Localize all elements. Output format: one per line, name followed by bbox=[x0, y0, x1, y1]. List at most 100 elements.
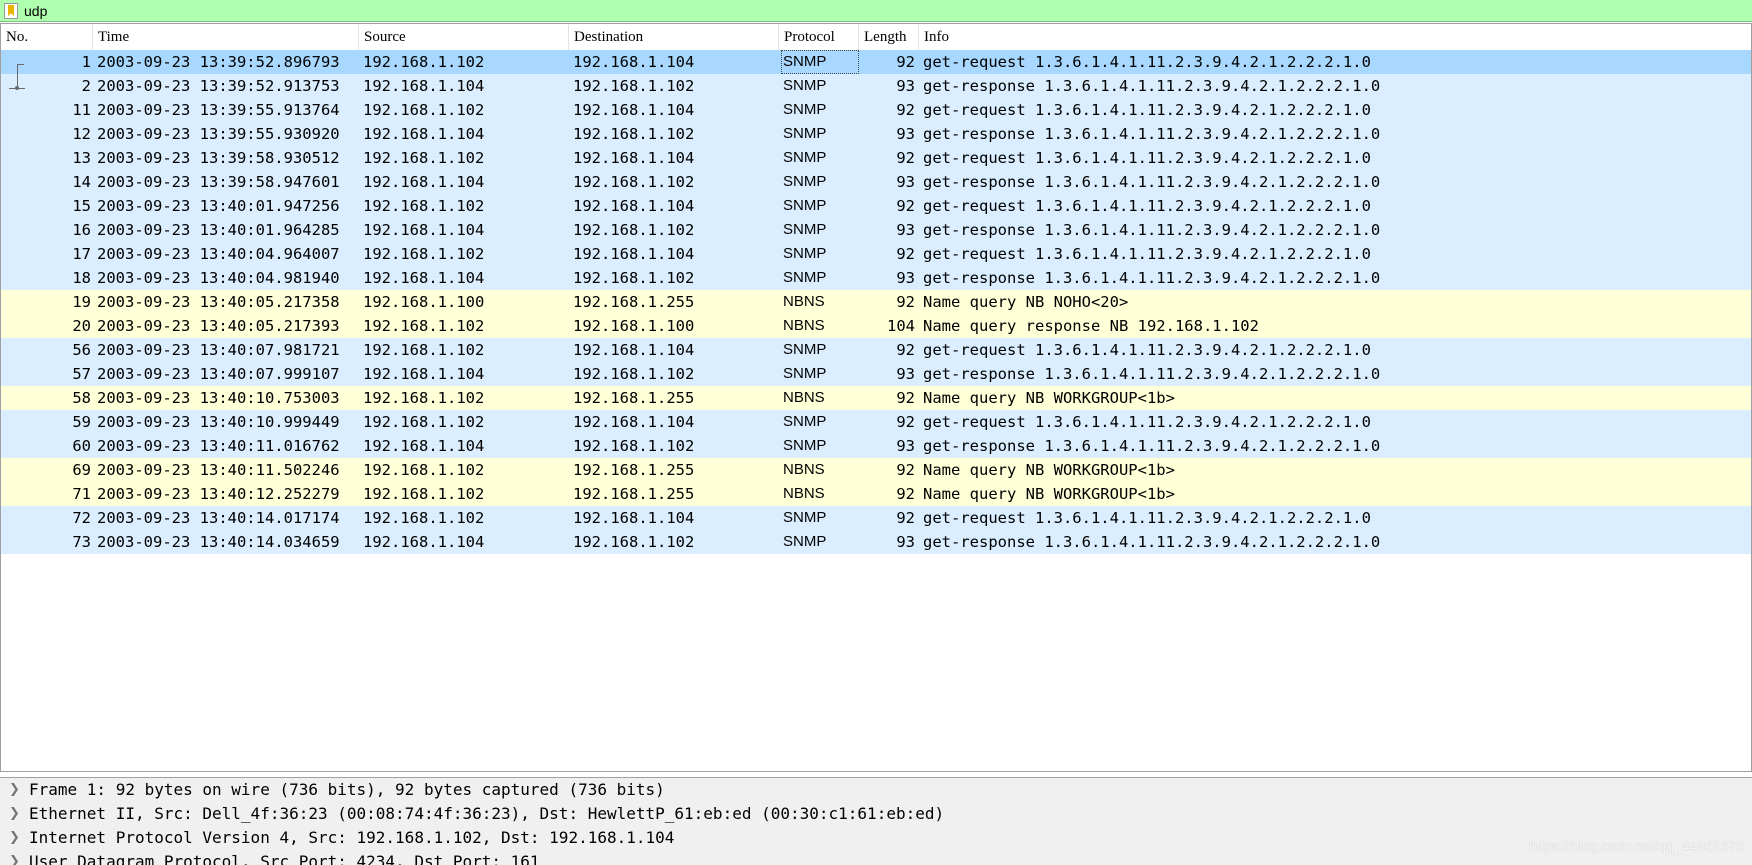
packet-row[interactable]: 58 2003-09-23 13:40:10.753003 192.168.1.10… bbox=[1, 386, 1751, 410]
packet-source: 192.168.1.102 bbox=[363, 341, 485, 359]
packet-row[interactable]: 11 2003-09-23 13:39:55.913764 192.168.1.10… bbox=[1, 98, 1751, 122]
packet-destination: 192.168.1.255 bbox=[573, 389, 695, 407]
packet-time: 2003-09-23 13:40:07.999107 bbox=[97, 365, 340, 383]
packet-source: 192.168.1.104 bbox=[363, 125, 485, 143]
column-header-length[interactable]: Length bbox=[859, 24, 919, 50]
packet-time: 2003-09-23 13:40:04.964007 bbox=[97, 245, 340, 263]
packet-row[interactable]: 19 2003-09-23 13:40:05.217358 192.168.1.10… bbox=[1, 290, 1751, 314]
packet-length: 93 bbox=[896, 269, 915, 287]
chevron-right-icon[interactable]: ❯ bbox=[9, 802, 20, 826]
packet-info: get-response 1.3.6.1.4.1.11.2.3.9.4.2.1.… bbox=[923, 533, 1381, 551]
packet-source: 192.168.1.100 bbox=[363, 293, 485, 311]
packet-row[interactable]: 72 2003-09-23 13:40:14.017174 192.168.1.10… bbox=[1, 506, 1751, 530]
detail-tree-item[interactable]: ❯ User Datagram Protocol, Src Port: 4234,… bbox=[0, 850, 1752, 865]
packet-row[interactable]: 60 2003-09-23 13:40:11.016762 192.168.1.10… bbox=[1, 434, 1751, 458]
packet-destination: 192.168.1.104 bbox=[573, 509, 695, 527]
packet-no: 1 bbox=[81, 53, 91, 71]
packet-info: Name query response NB 192.168.1.102 bbox=[923, 317, 1259, 335]
display-filter-input[interactable] bbox=[22, 2, 1752, 20]
packet-row[interactable]: 18 2003-09-23 13:40:04.981940 192.168.1.10… bbox=[1, 266, 1751, 290]
packet-protocol: SNMP bbox=[783, 221, 827, 238]
packet-length: 93 bbox=[896, 437, 915, 455]
packet-time: 2003-09-23 13:39:52.913753 bbox=[97, 77, 340, 95]
related-packet-start-marker bbox=[17, 64, 24, 65]
chevron-right-icon[interactable]: ❯ bbox=[9, 826, 20, 850]
packet-row[interactable]: 13 2003-09-23 13:39:58.930512 192.168.1.10… bbox=[1, 146, 1751, 170]
packet-time: 2003-09-23 13:39:55.930920 bbox=[97, 125, 340, 143]
packet-protocol: SNMP bbox=[783, 173, 827, 190]
column-header-no[interactable]: No. bbox=[1, 24, 93, 50]
packet-protocol: SNMP bbox=[783, 77, 827, 94]
packet-protocol: NBNS bbox=[783, 317, 825, 334]
packet-length: 92 bbox=[896, 413, 915, 431]
packet-row[interactable]: 2 2003-09-23 13:39:52.913753 192.168.1.104… bbox=[1, 74, 1751, 98]
packet-info: get-request 1.3.6.1.4.1.11.2.3.9.4.2.1.2… bbox=[923, 53, 1371, 71]
packet-row[interactable]: 12 2003-09-23 13:39:55.930920 192.168.1.10… bbox=[1, 122, 1751, 146]
packet-no: 17 bbox=[72, 245, 91, 263]
packet-length: 93 bbox=[896, 173, 915, 191]
packet-time: 2003-09-23 13:40:14.034659 bbox=[97, 533, 340, 551]
detail-tree-item[interactable]: ❯ Ethernet II, Src: Dell_4f:36:23 (00:08:… bbox=[0, 802, 1752, 826]
packet-destination: 192.168.1.102 bbox=[573, 221, 695, 239]
packet-length: 93 bbox=[896, 77, 915, 95]
column-header-time[interactable]: Time bbox=[93, 24, 359, 50]
packet-length: 92 bbox=[896, 197, 915, 215]
chevron-right-icon[interactable]: ❯ bbox=[9, 850, 20, 865]
packet-time: 2003-09-23 13:40:14.017174 bbox=[97, 509, 340, 527]
packet-info: Name query NB WORKGROUP<1b> bbox=[923, 461, 1175, 479]
packet-list[interactable]: No. Time Source Destination Protocol Len… bbox=[0, 23, 1752, 772]
detail-tree-label: Internet Protocol Version 4, Src: 192.16… bbox=[29, 828, 675, 847]
packet-no: 60 bbox=[72, 437, 91, 455]
packet-source: 192.168.1.104 bbox=[363, 221, 485, 239]
packet-no: 59 bbox=[72, 413, 91, 431]
column-header-protocol[interactable]: Protocol bbox=[779, 24, 859, 50]
bookmark-icon[interactable] bbox=[4, 3, 18, 19]
packet-row[interactable]: 71 2003-09-23 13:40:12.252279 192.168.1.10… bbox=[1, 482, 1751, 506]
packet-time: 2003-09-23 13:39:58.947601 bbox=[97, 173, 340, 191]
packet-row[interactable]: 20 2003-09-23 13:40:05.217393 192.168.1.10… bbox=[1, 314, 1751, 338]
packet-no: 72 bbox=[72, 509, 91, 527]
packet-source: 192.168.1.102 bbox=[363, 413, 485, 431]
column-header-info[interactable]: Info bbox=[919, 24, 1751, 50]
detail-tree-label: Ethernet II, Src: Dell_4f:36:23 (00:08:7… bbox=[29, 804, 945, 823]
packet-source: 192.168.1.104 bbox=[363, 173, 485, 191]
column-header-destination[interactable]: Destination bbox=[569, 24, 779, 50]
chevron-right-icon[interactable]: ❯ bbox=[9, 778, 20, 802]
packet-no: 13 bbox=[72, 149, 91, 167]
packet-destination: 192.168.1.102 bbox=[573, 269, 695, 287]
packet-length: 104 bbox=[887, 317, 915, 335]
packet-length: 92 bbox=[896, 149, 915, 167]
packet-no: 14 bbox=[72, 173, 91, 191]
packet-destination: 192.168.1.104 bbox=[573, 341, 695, 359]
detail-tree-item[interactable]: ❯ Internet Protocol Version 4, Src: 192.1… bbox=[0, 826, 1752, 850]
packet-source: 192.168.1.102 bbox=[363, 53, 485, 71]
detail-tree-label: Frame 1: 92 bytes on wire (736 bits), 92… bbox=[29, 780, 665, 799]
packet-info: get-request 1.3.6.1.4.1.11.2.3.9.4.2.1.2… bbox=[923, 341, 1371, 359]
packet-time: 2003-09-23 13:40:07.981721 bbox=[97, 341, 340, 359]
packet-row[interactable]: 16 2003-09-23 13:40:01.964285 192.168.1.10… bbox=[1, 218, 1751, 242]
packet-destination: 192.168.1.102 bbox=[573, 173, 695, 191]
packet-source: 192.168.1.102 bbox=[363, 245, 485, 263]
packet-row[interactable]: 14 2003-09-23 13:39:58.947601 192.168.1.10… bbox=[1, 170, 1751, 194]
packet-time: 2003-09-23 13:40:05.217358 bbox=[97, 293, 340, 311]
packet-time: 2003-09-23 13:40:12.252279 bbox=[97, 485, 340, 503]
packet-row[interactable]: 57 2003-09-23 13:40:07.999107 192.168.1.10… bbox=[1, 362, 1751, 386]
packet-row[interactable]: 73 2003-09-23 13:40:14.034659 192.168.1.10… bbox=[1, 530, 1751, 554]
packet-no: 15 bbox=[72, 197, 91, 215]
column-header-source[interactable]: Source bbox=[359, 24, 569, 50]
packet-protocol: SNMP bbox=[783, 413, 827, 430]
packet-row[interactable]: 1 2003-09-23 13:39:52.896793 192.168.1.102… bbox=[1, 50, 1751, 74]
packet-protocol: SNMP bbox=[783, 341, 827, 358]
packet-destination: 192.168.1.102 bbox=[573, 533, 695, 551]
detail-tree-item[interactable]: ❯ Frame 1: 92 bytes on wire (736 bits), 9… bbox=[0, 778, 1752, 802]
packet-destination: 192.168.1.255 bbox=[573, 461, 695, 479]
packet-protocol: NBNS bbox=[783, 293, 825, 310]
packet-row[interactable]: 15 2003-09-23 13:40:01.947256 192.168.1.10… bbox=[1, 194, 1751, 218]
packet-source: 192.168.1.104 bbox=[363, 437, 485, 455]
packet-destination: 192.168.1.104 bbox=[573, 149, 695, 167]
packet-row[interactable]: 56 2003-09-23 13:40:07.981721 192.168.1.10… bbox=[1, 338, 1751, 362]
packet-row[interactable]: 59 2003-09-23 13:40:10.999449 192.168.1.10… bbox=[1, 410, 1751, 434]
packet-protocol: SNMP bbox=[783, 269, 827, 286]
packet-row[interactable]: 69 2003-09-23 13:40:11.502246 192.168.1.10… bbox=[1, 458, 1751, 482]
packet-row[interactable]: 17 2003-09-23 13:40:04.964007 192.168.1.10… bbox=[1, 242, 1751, 266]
